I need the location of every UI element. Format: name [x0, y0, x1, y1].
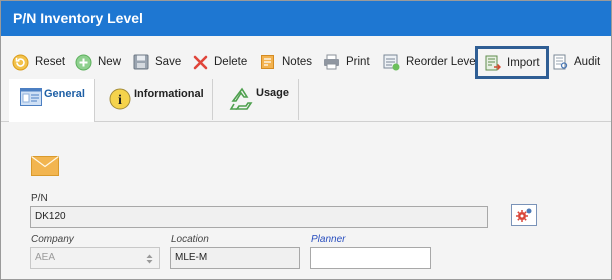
delete-button[interactable]: Delete [193, 49, 247, 75]
audit-icon [553, 54, 568, 70]
envelope-icon[interactable] [31, 156, 59, 176]
toolbar: Reset New Save Delete Notes Print Reorde… [1, 45, 611, 79]
company-select[interactable]: AEA [30, 247, 160, 269]
save-button[interactable]: Save [133, 49, 181, 75]
gear-lookup-icon [516, 208, 532, 222]
import-icon [485, 55, 501, 70]
planner-label[interactable]: Planner [311, 234, 345, 245]
printer-icon [324, 54, 339, 70]
reset-button[interactable]: Reset [12, 49, 65, 75]
reorder-level-label: Reorder Level [406, 56, 479, 68]
window-title: P/N Inventory Level [1, 1, 611, 36]
company-value: AEA [35, 252, 56, 263]
reset-icon [12, 54, 29, 70]
tab-general[interactable]: General [9, 79, 95, 122]
plus-icon [75, 54, 92, 70]
recycle-icon [229, 87, 253, 110]
tab-strip: General i Informational Usage [1, 79, 611, 122]
location-field[interactable]: MLE-M [170, 247, 300, 269]
inventory-level-window: P/N Inventory Level Reset New Save Delet… [0, 0, 612, 280]
planner-field[interactable] [310, 247, 431, 269]
print-button[interactable]: Print [323, 49, 370, 75]
company-label: Company [31, 234, 74, 245]
delete-x-icon [193, 55, 208, 69]
reorder-level-button[interactable]: Reorder Level [383, 49, 478, 75]
notes-button[interactable]: Notes [260, 49, 312, 75]
new-label: New [98, 56, 122, 68]
import-label: Import [507, 56, 540, 69]
info-icon: i [109, 88, 131, 110]
reorder-level-icon [383, 54, 400, 70]
tab-usage[interactable]: Usage [213, 79, 299, 120]
delete-label: Delete [214, 56, 248, 68]
save-icon [133, 54, 149, 70]
general-tab-panel: P/N DK120 Company AEA Location MLE-M Pla… [1, 122, 611, 279]
chevron-updown-icon [146, 254, 153, 264]
new-button[interactable]: New [75, 49, 121, 75]
tab-general-label: General [44, 88, 85, 100]
tab-usage-label: Usage [256, 87, 290, 99]
tab-informational-label: Informational [134, 88, 204, 100]
pn-field[interactable]: DK120 [30, 206, 488, 228]
location-label: Location [171, 234, 209, 245]
pn-label: P/N [31, 193, 48, 204]
reset-label: Reset [35, 56, 66, 68]
notes-label: Notes [282, 56, 313, 68]
print-label: Print [346, 56, 370, 68]
tab-informational[interactable]: i Informational [95, 79, 213, 120]
audit-button[interactable]: Audit [553, 49, 600, 75]
pn-lookup-button[interactable] [511, 204, 537, 226]
save-label: Save [155, 56, 182, 68]
general-form-icon [20, 88, 42, 106]
notes-icon [261, 55, 274, 69]
import-button[interactable]: Import [475, 46, 549, 79]
audit-label: Audit [574, 56, 601, 68]
svg-text:i: i [118, 93, 122, 108]
